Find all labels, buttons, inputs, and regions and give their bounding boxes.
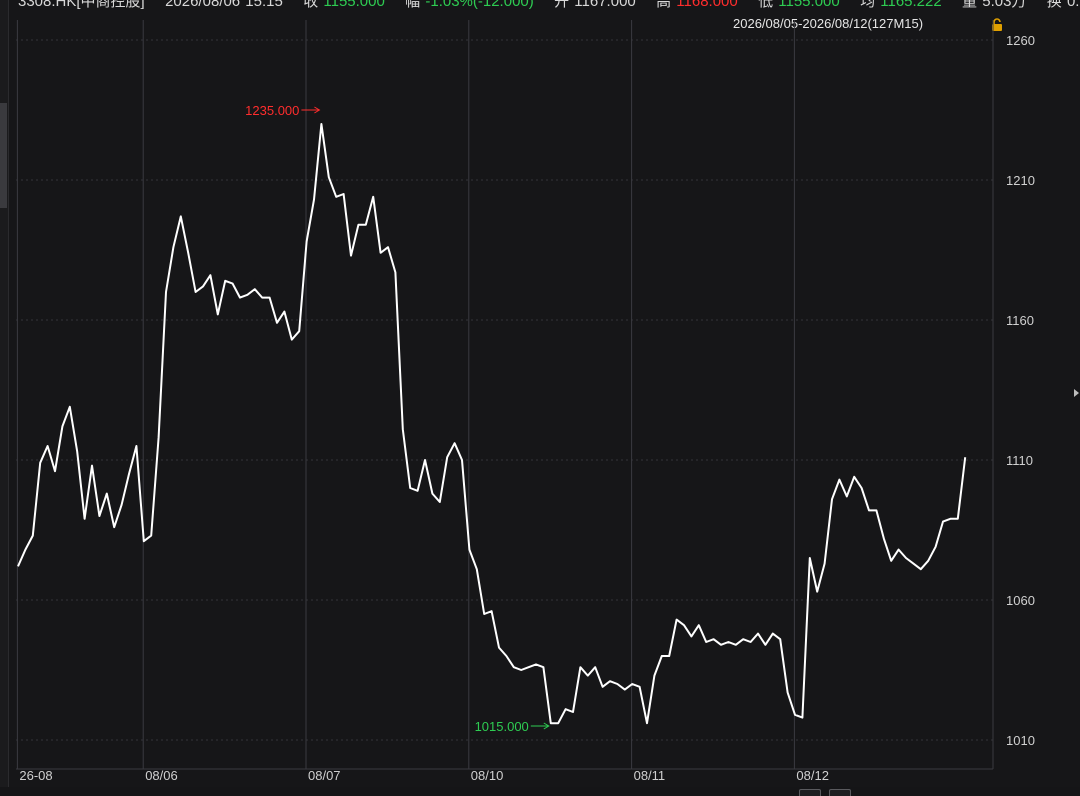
bottom-toolbar <box>0 787 1080 796</box>
vertical-grid <box>16 20 994 770</box>
annotations: 1235.000 1015.000 <box>245 103 550 734</box>
bottom-button-a[interactable] <box>799 789 821 796</box>
x-tick-label: 08/10 <box>471 768 504 783</box>
y-tick-label: 1060 <box>1006 593 1035 608</box>
bottom-button-b[interactable] <box>829 789 851 796</box>
chart-window: 3308.HK[中商控股] 2026/08/06 15:15 收 1155.00… <box>0 0 1080 796</box>
x-tick-label: 08/07 <box>308 768 341 783</box>
y-tick-label: 1210 <box>1006 173 1035 188</box>
x-tick-label: 26-08 <box>19 768 52 783</box>
x-tick-label: 08/06 <box>145 768 178 783</box>
x-tick-label: 08/12 <box>796 768 829 783</box>
y-tick-label: 1260 <box>1006 33 1035 48</box>
horizontal-grid <box>16 39 993 741</box>
y-tick-label: 1010 <box>1006 733 1035 748</box>
max-annotation-label: 1235.000 <box>245 103 299 118</box>
min-annotation-label: 1015.000 <box>475 719 529 734</box>
y-axis-ticks: 1010 1060 1110 1160 1210 1260 <box>1006 33 1035 748</box>
price-line-chart: 1010 1060 1110 1160 1210 1260 26-08 08/06 08/07… <box>16 20 1035 783</box>
price-series-line <box>17 123 967 725</box>
x-tick-label: 08/11 <box>634 768 666 783</box>
y-tick-label: 1160 <box>1006 313 1034 328</box>
series-layer <box>17 123 967 725</box>
x-axis-ticks: 26-08 08/06 08/07 08/10 08/11 08/12 <box>19 768 829 783</box>
y-tick-label: 1110 <box>1006 453 1033 468</box>
chevron-right-icon[interactable] <box>1073 386 1080 400</box>
